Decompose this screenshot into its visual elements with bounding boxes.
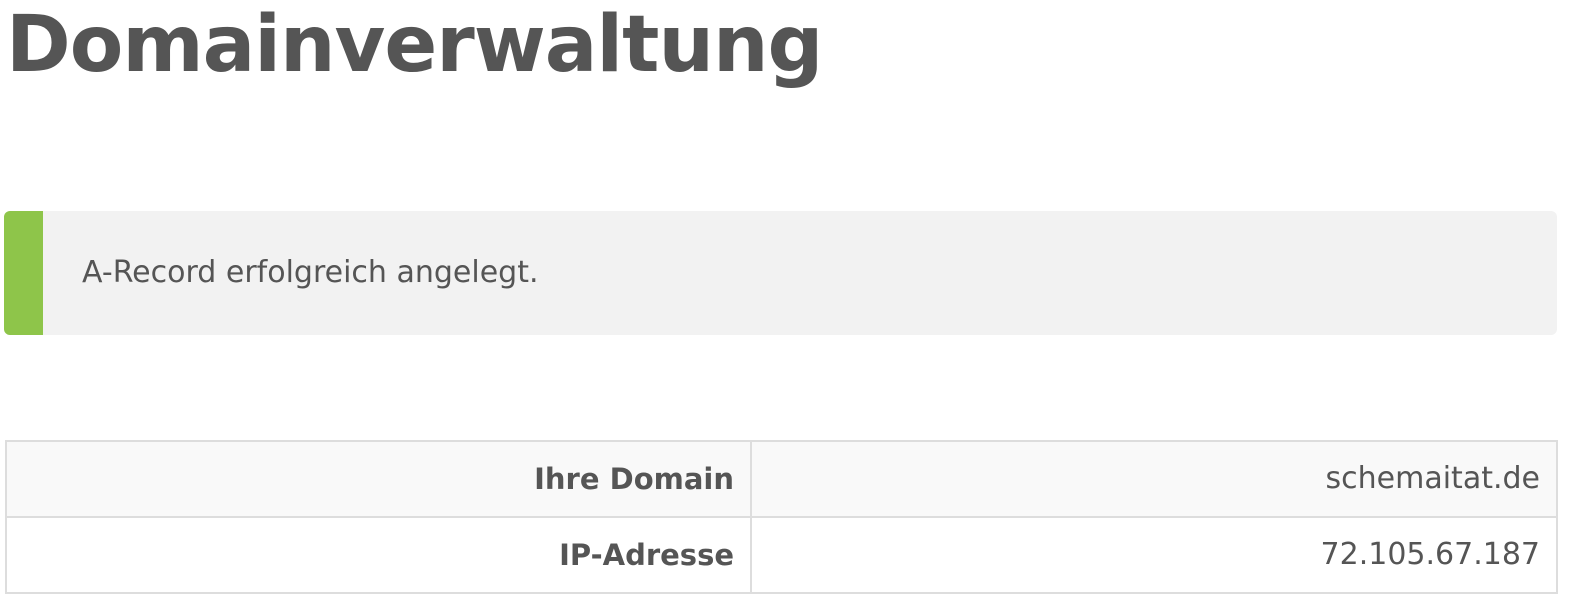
success-alert: A-Record erfolgreich angelegt. xyxy=(4,211,1557,335)
table-row: IP-Adresse 72.105.67.187 xyxy=(5,516,1558,594)
domain-label: Ihre Domain xyxy=(5,440,752,518)
alert-accent-bar xyxy=(4,211,43,335)
domain-details-table: Ihre Domain schemaitat.de IP-Adresse 72.… xyxy=(5,440,1558,594)
alert-message: A-Record erfolgreich angelegt. xyxy=(82,255,539,290)
page-title: Domainverwaltung xyxy=(6,0,823,90)
domain-value: schemaitat.de xyxy=(750,440,1558,518)
ip-address-value: 72.105.67.187 xyxy=(750,516,1558,594)
ip-address-label: IP-Adresse xyxy=(5,516,752,594)
table-row: Ihre Domain schemaitat.de xyxy=(5,440,1558,518)
